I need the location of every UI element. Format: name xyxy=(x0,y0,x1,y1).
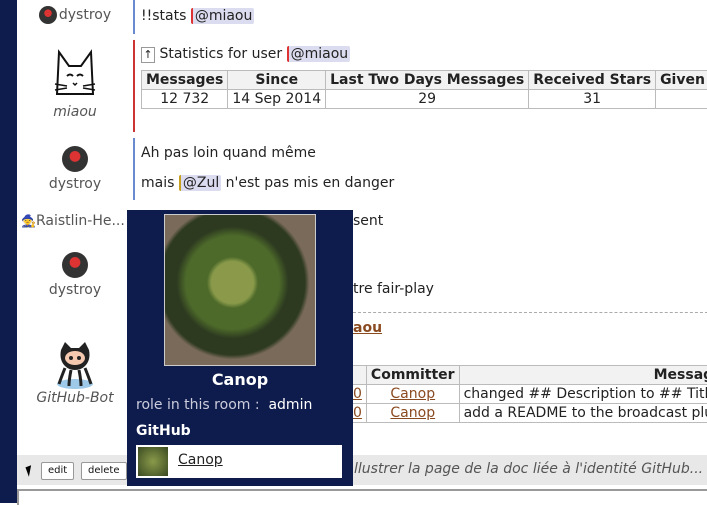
user-ping[interactable]: @miaou xyxy=(287,46,351,62)
message-author[interactable]: GitHub-Bot xyxy=(17,340,133,406)
reply-arrow-icon[interactable]: ↑ xyxy=(141,47,155,63)
avatar xyxy=(62,146,88,172)
table-header: Committer xyxy=(366,366,459,385)
user-profile-popup: Canop role in this room : admin GitHub C… xyxy=(127,210,353,486)
message-content: tre fair-play xyxy=(353,281,434,297)
message-author[interactable]: 🧙Raistlin-He... xyxy=(21,213,137,229)
avatar xyxy=(39,6,57,24)
table-header: Received Stars xyxy=(529,71,656,90)
table-header: Messages xyxy=(142,71,228,90)
table-cell: 14 Sep 2014 xyxy=(228,90,326,109)
table-header: Given S xyxy=(656,71,707,90)
table-cell: 29 xyxy=(326,90,529,109)
stats-table: Messages Since Last Two Days Messages Re… xyxy=(141,70,707,109)
edit-button[interactable]: edit xyxy=(41,462,74,480)
wizard-avatar-icon: 🧙 xyxy=(21,214,36,228)
message-author[interactable]: dystroy xyxy=(17,252,133,298)
commits-table: Committer Messag 0 Canop changed ## Desc… xyxy=(348,365,707,423)
message-content: sent xyxy=(353,213,383,229)
table-row: 0 Canop changed ## Description to ## Tit… xyxy=(349,385,707,404)
table-row: 0 Canop add a README to the broadcast pl… xyxy=(349,404,707,423)
message-link[interactable]: aou xyxy=(353,320,382,336)
message-bar xyxy=(133,40,135,132)
message-content: Ah pas loin quand même xyxy=(141,145,316,161)
table-header: Since xyxy=(228,71,326,90)
stats-title: ↑ Statistics for user @miaou xyxy=(141,46,350,63)
message-list: dystroy !!stats @miaou miaou ↑ Statistic… xyxy=(17,0,707,455)
commit-committer[interactable]: Canop xyxy=(366,385,459,404)
github-profile-link[interactable]: Canop xyxy=(136,445,342,478)
commit-message: changed ## Description to ## Titl xyxy=(459,385,707,404)
table-cell: 31 xyxy=(529,90,656,109)
avatar xyxy=(62,252,88,278)
table-header: Last Two Days Messages xyxy=(326,71,529,90)
table-header: Messag xyxy=(459,366,707,385)
divider xyxy=(353,312,707,313)
popup-user-name: Canop xyxy=(127,370,353,389)
table-cell xyxy=(656,90,707,109)
message-content: !!stats @miaou xyxy=(141,8,254,24)
user-avatar-large xyxy=(164,214,316,366)
user-ping[interactable]: @miaou xyxy=(191,8,255,24)
user-ping[interactable]: @Zul xyxy=(179,175,221,191)
message-bar xyxy=(133,0,135,34)
message-preview: llustrer la page de la doc liée à l'iden… xyxy=(354,461,703,477)
commit-committer[interactable]: Canop xyxy=(366,404,459,423)
table-row: 12 732 14 Sep 2014 29 31 xyxy=(142,90,707,109)
commit-message: add a README to the broadcast plu xyxy=(459,404,707,423)
left-sidebar xyxy=(0,0,17,503)
popup-role: role in this room : admin xyxy=(136,397,312,413)
github-octocat-icon xyxy=(53,340,97,390)
delete-button[interactable]: delete xyxy=(81,462,127,480)
message-author[interactable]: miaou xyxy=(17,48,133,120)
message-author[interactable]: dystroy xyxy=(17,146,133,192)
cat-avatar-icon xyxy=(53,48,97,104)
message-bar xyxy=(133,138,135,200)
message-content: mais @Zul n'est pas mis en danger xyxy=(141,175,394,191)
github-label: GitHub xyxy=(136,423,191,439)
message-author[interactable]: dystroy xyxy=(17,6,133,24)
table-cell: 12 732 xyxy=(142,90,228,109)
github-avatar xyxy=(138,447,168,476)
